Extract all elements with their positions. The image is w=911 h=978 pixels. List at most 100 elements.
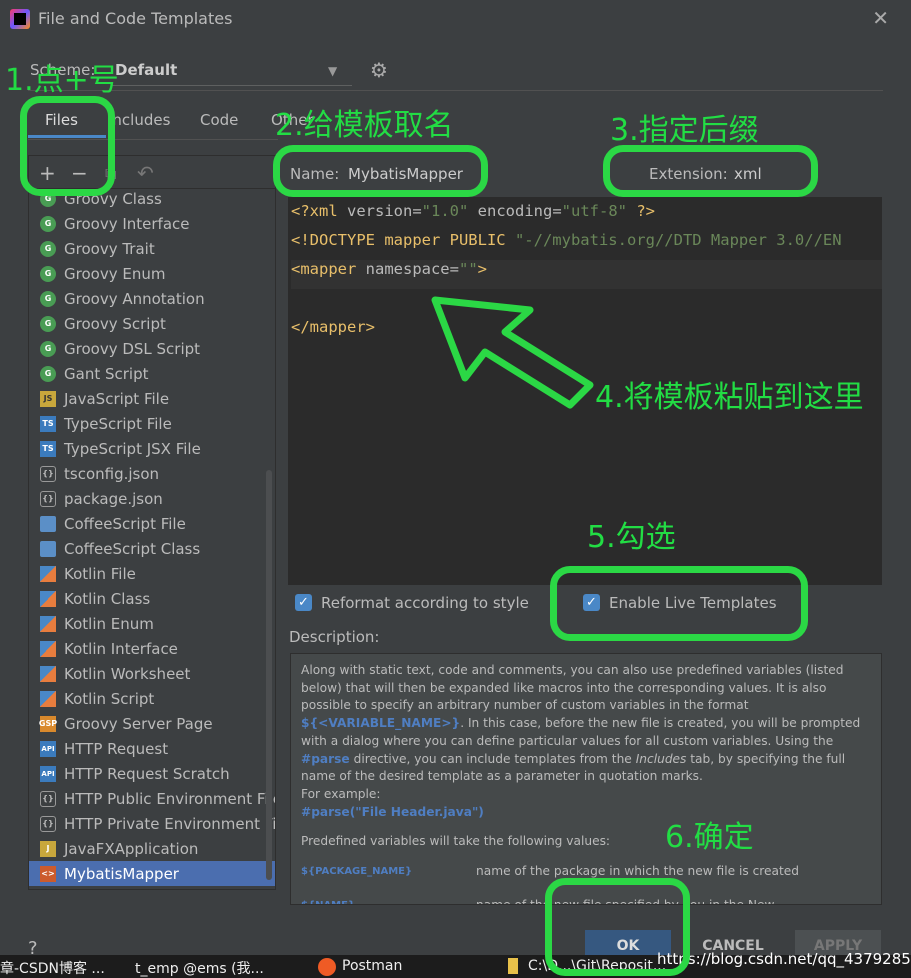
json-file-icon: {}	[40, 465, 56, 482]
list-item[interactable]: G Groovy Annotation	[29, 286, 275, 311]
list-item-label: Kotlin Enum	[64, 614, 154, 633]
postman-icon	[318, 958, 336, 976]
reset-icon[interactable]: ↶	[137, 161, 154, 185]
list-item[interactable]: G Groovy Script	[29, 311, 275, 336]
code-token: <?xml	[291, 202, 347, 220]
reformat-label: Reformat according to style	[321, 594, 529, 612]
close-icon[interactable]: ✕	[872, 6, 889, 30]
list-item-label: CoffeeScript Class	[64, 539, 201, 558]
chevron-down-icon[interactable]: ▼	[328, 64, 337, 78]
text: Includes	[635, 751, 687, 766]
list-item[interactable]: JS JavaScript File	[29, 386, 275, 411]
list-item-label: MybatisMapper	[64, 864, 179, 883]
code-token: >	[477, 260, 487, 278]
groovy-file-icon: G	[40, 265, 56, 282]
list-item[interactable]: {} package.json	[29, 486, 275, 511]
list-item-label: HTTP Request Scratch	[64, 764, 230, 783]
list-item[interactable]: {} HTTP Public Environment File	[29, 786, 275, 811]
list-item[interactable]: {} HTTP Private Environment File	[29, 811, 275, 836]
divider	[28, 90, 883, 91]
list-item[interactable]: G Groovy Interface	[29, 211, 275, 236]
list-item-label: package.json	[64, 489, 163, 508]
scheme-underline	[112, 85, 352, 86]
list-item[interactable]: TS TypeScript File	[29, 411, 275, 436]
list-item-label: Kotlin File	[64, 564, 136, 583]
list-item[interactable]: Kotlin Script	[29, 686, 275, 711]
json-file-icon: {}	[40, 815, 56, 832]
list-item-label: tsconfig.json	[64, 464, 160, 483]
list-item[interactable]: Kotlin Class	[29, 586, 275, 611]
tab-code[interactable]: Code	[200, 111, 238, 129]
list-item[interactable]: J JavaFXApplication	[29, 836, 275, 861]
annotation-step3: 3.指定后缀	[610, 113, 759, 148]
list-item[interactable]: Kotlin File	[29, 561, 275, 586]
list-item[interactable]: TS TypeScript JSX File	[29, 436, 275, 461]
annotation-box	[273, 145, 488, 197]
window-title: File and Code Templates	[38, 9, 233, 28]
json-file-icon: {}	[40, 490, 56, 507]
annotation-box	[20, 96, 115, 196]
kotlin-file-icon	[40, 665, 56, 682]
list-item-label: JavaFXApplication	[64, 839, 199, 858]
list-item-label: HTTP Private Environment File	[64, 814, 276, 833]
taskbar-item[interactable]: t_emp @ems (我...	[135, 958, 264, 978]
annotation-step6: 6.确定	[665, 820, 754, 855]
list-item-label: Groovy Enum	[64, 264, 166, 283]
list-item[interactable]: API HTTP Request Scratch	[29, 761, 275, 786]
kotlin-file-icon	[40, 690, 56, 707]
list-item-label: Kotlin Worksheet	[64, 664, 191, 683]
tab-includes[interactable]: Includes	[108, 111, 170, 129]
taskbar-item[interactable]: 章-CSDN博客 ...	[0, 958, 105, 978]
taskbar-item[interactable]: Postman	[342, 958, 402, 974]
list-item-label: HTTP Public Environment File	[64, 789, 276, 808]
list-item[interactable]: <> MybatisMapper	[29, 861, 275, 886]
list-scrollbar[interactable]	[266, 470, 272, 880]
list-item[interactable]: G Groovy Enum	[29, 261, 275, 286]
watermark: https://blog.csdn.net/qq_43792852	[657, 950, 911, 968]
list-item[interactable]: G Gant Script	[29, 361, 275, 386]
kotlin-file-icon	[40, 640, 56, 657]
ts-file-icon: TS	[40, 440, 56, 457]
code-token: "utf-8"	[561, 202, 627, 220]
list-item[interactable]: Kotlin Worksheet	[29, 661, 275, 686]
list-item[interactable]: G Groovy DSL Script	[29, 336, 275, 361]
variable-name: ${PACKAGE_NAME}	[301, 866, 413, 878]
list-item-label: Kotlin Interface	[64, 639, 178, 658]
text: Along with static text, code and comment…	[301, 663, 844, 713]
js-file-icon: JS	[40, 390, 56, 407]
text: directive, you can include templates fro…	[349, 751, 636, 766]
code-token: ?>	[626, 202, 655, 220]
annotation-step4: 4.将模板粘贴到这里	[595, 380, 864, 415]
scheme-select[interactable]: Default	[115, 61, 177, 79]
coffee-file-icon	[40, 515, 56, 532]
annotation-arrow-icon	[431, 296, 594, 409]
variable-text: ${<VARIABLE_NAME>}	[301, 716, 461, 731]
list-item-label: Groovy Interface	[64, 214, 190, 233]
list-item-label: Groovy DSL Script	[64, 339, 201, 358]
list-item-label: JavaScript File	[64, 389, 170, 408]
list-item[interactable]: GSP Groovy Server Page	[29, 711, 275, 736]
annotation-box	[603, 145, 818, 197]
groovy-file-icon: G	[40, 365, 56, 382]
annotation-step5: 5.勾选	[587, 520, 676, 555]
list-item[interactable]: G Groovy Trait	[29, 236, 275, 261]
list-item[interactable]: CoffeeScript Class	[29, 536, 275, 561]
intellij-logo-icon	[10, 9, 30, 29]
list-item[interactable]: CoffeeScript File	[29, 511, 275, 536]
annotation-box	[550, 566, 808, 641]
list-item-label: Groovy Annotation	[64, 289, 205, 308]
text: For example:	[301, 786, 381, 801]
text: Predefined variables will take the follo…	[301, 834, 611, 849]
gear-icon[interactable]: ⚙	[370, 58, 388, 82]
reformat-checkbox[interactable]: ✓	[295, 594, 312, 611]
template-list: + − ⧉ ↶ G Groovy Class G Groovy Interface G G…	[28, 155, 276, 890]
list-item[interactable]: API HTTP Request	[29, 736, 275, 761]
list-item[interactable]: Kotlin Enum	[29, 611, 275, 636]
annotation-step2: 2.给模板取名	[275, 108, 454, 143]
code-token: <!DOCTYPE mapper PUBLIC	[291, 231, 515, 249]
list-item-label: Groovy Script	[64, 314, 166, 333]
code-token: "1.0"	[421, 202, 469, 220]
list-item-label: HTTP Request	[64, 739, 169, 758]
list-item[interactable]: Kotlin Interface	[29, 636, 275, 661]
list-item[interactable]: {} tsconfig.json	[29, 461, 275, 486]
